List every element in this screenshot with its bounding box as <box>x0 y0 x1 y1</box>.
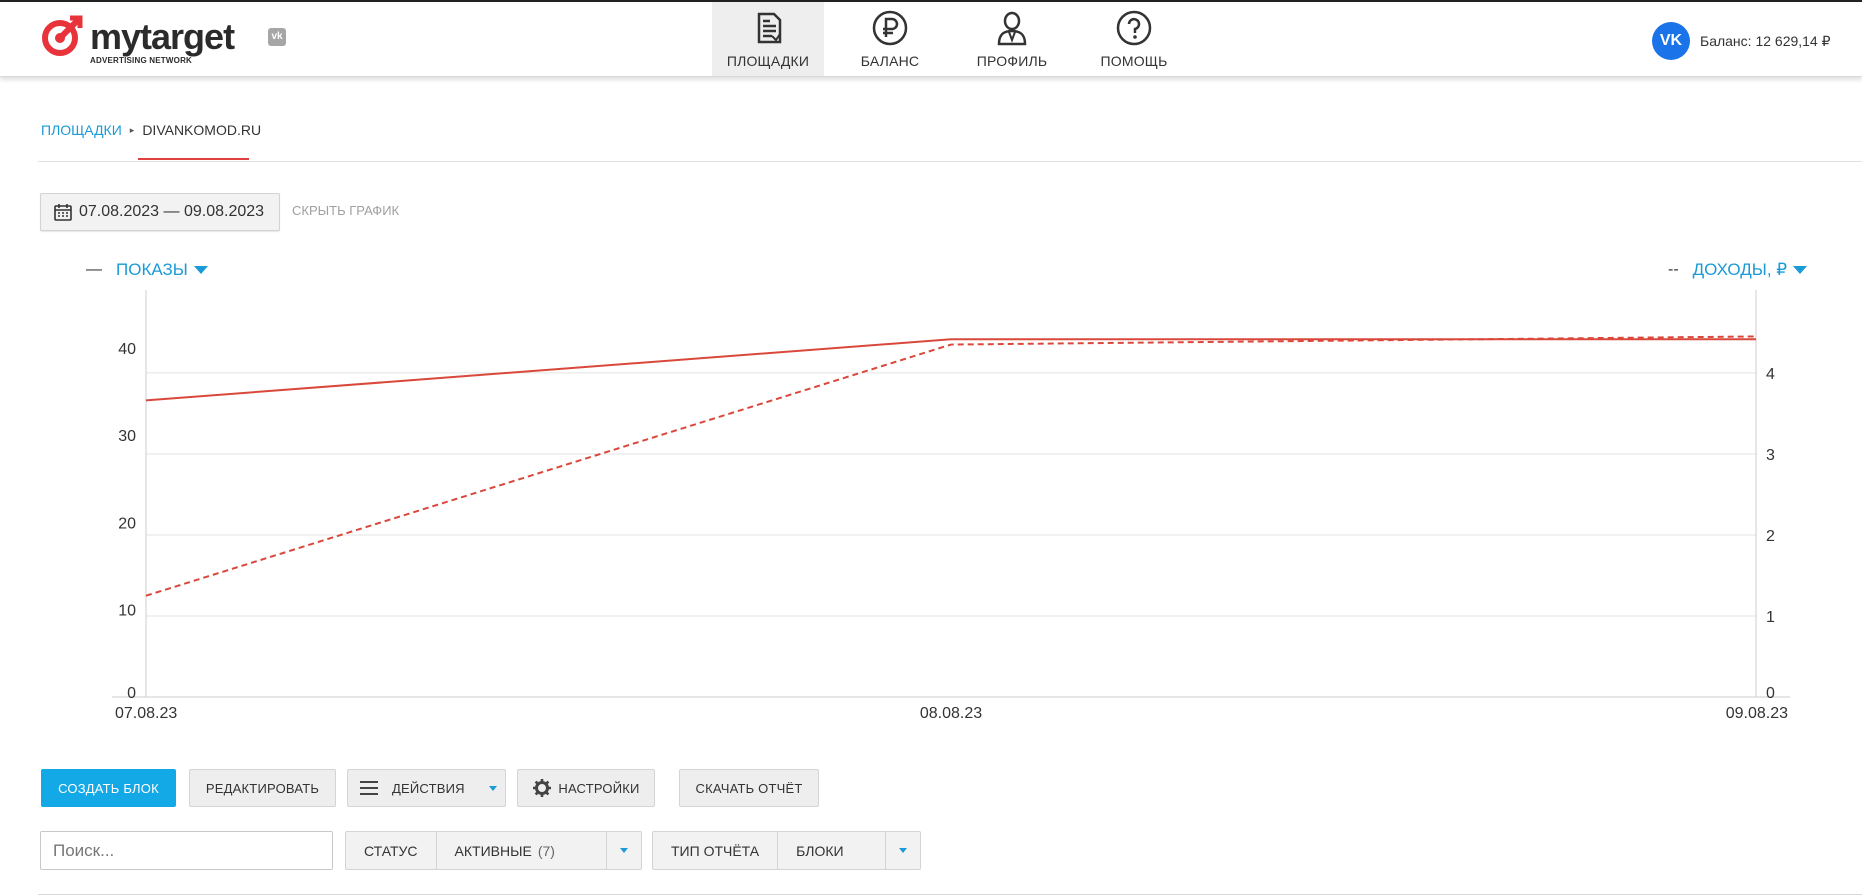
breadcrumb-divider <box>38 161 1862 162</box>
chevron-down-icon <box>488 785 497 791</box>
chevron-down-icon <box>899 848 907 853</box>
legend-impressions-label[interactable]: ПОКАЗЫ <box>116 260 188 280</box>
y-right-tick-label: 1 <box>1766 609 1775 626</box>
hide-chart-link[interactable]: СКРЫТЬ ГРАФИК <box>292 203 399 218</box>
status-filter-count: (7) <box>537 842 555 859</box>
x-tick-label: 09.08.23 <box>1726 705 1788 722</box>
x-tick-label: 07.08.23 <box>115 705 177 722</box>
calendar-icon <box>54 204 72 221</box>
impressions-series-line <box>145 338 1756 402</box>
settings-button[interactable]: НАСТРОЙКИ <box>517 769 655 807</box>
date-range-value: 07.08.2023 — 09.08.2023 <box>79 203 265 220</box>
actions-dropdown[interactable]: ДЕЙСТВИЯ <box>347 769 506 807</box>
y-left-tick-label: 30 <box>118 428 136 445</box>
ruble-icon <box>872 10 908 46</box>
status-filter-dropdown[interactable] <box>606 832 641 869</box>
vk-badge-icon: vk <box>268 28 286 46</box>
logo-text: mytarget <box>90 16 235 57</box>
nav-label-balance: БАЛАНС <box>860 53 920 69</box>
chevron-down-icon[interactable] <box>193 266 208 274</box>
chevron-down-icon <box>620 848 628 853</box>
actions-label: ДЕЙСТВИЯ <box>392 780 465 796</box>
nav-item-platforms[interactable]: ПЛОЩАДКИ <box>712 2 824 76</box>
nav-label-help: ПОМОЩЬ <box>1100 53 1168 69</box>
user-icon <box>997 11 1027 46</box>
nav-item-help[interactable]: ПОМОЩЬ <box>1078 2 1190 76</box>
y-right-tick-label: 3 <box>1766 447 1775 464</box>
y-left-tick-label: 20 <box>118 515 136 532</box>
y-right-tick-label: 4 <box>1766 366 1775 383</box>
create-block-button[interactable]: СОЗДАТЬ БЛОК <box>41 769 176 807</box>
chevron-down-icon[interactable] <box>1793 266 1808 274</box>
menu-icon <box>360 781 378 795</box>
settings-label: НАСТРОЙКИ <box>558 780 640 796</box>
report-type-label: ТИП ОТЧЁТА <box>653 832 779 869</box>
y-right-tick-label: 2 <box>1766 528 1775 545</box>
status-filter[interactable]: СТАТУС АКТИВНЫЕ (7) <box>345 831 642 870</box>
table-top-border <box>38 894 1862 895</box>
nav-item-profile[interactable]: ПРОФИЛЬ <box>956 2 1068 76</box>
status-filter-value-wrap[interactable]: АКТИВНЫЕ (7) <box>437 832 606 869</box>
nav-label-profile: ПРОФИЛЬ <box>976 53 1048 69</box>
nav-item-balance[interactable]: БАЛАНС <box>834 2 946 76</box>
logo-subtitle: ADVERTISING NETWORK <box>90 56 193 65</box>
y-left-tick-label: 10 <box>118 603 136 620</box>
edit-button[interactable]: РЕДАКТИРОВАТЬ <box>189 769 336 807</box>
main-nav: ПЛОЩАДКИ БАЛАНС ПРОФИЛЬ ПОМОЩЬ <box>712 2 1200 76</box>
report-type-filter[interactable]: ТИП ОТЧЁТА БЛОКИ <box>652 831 921 870</box>
account-area[interactable]: VK Баланс: 12 629,14 ₽ <box>1652 22 1831 60</box>
nav-label-platforms: ПЛОЩАДКИ <box>726 53 810 69</box>
legend-revenue[interactable]: -- ДОХОДЫ, ₽ <box>1668 260 1808 280</box>
question-icon <box>1116 10 1152 46</box>
status-filter-value: АКТИВНЫЕ <box>454 842 532 859</box>
mytarget-logo-icon <box>42 15 83 56</box>
document-icon <box>757 12 782 44</box>
date-range-picker[interactable]: 07.08.2023 — 09.08.2023 <box>40 193 280 231</box>
breadcrumb-platforms-link[interactable]: ПЛОЩАДКИ <box>41 122 122 138</box>
status-filter-label: СТАТУС <box>346 832 437 869</box>
mytarget-logo[interactable]: mytarget ADVERTISING NETWORK <box>40 14 300 66</box>
legend-dashed-line-marker: -- <box>1668 261 1679 278</box>
report-type-value[interactable]: БЛОКИ <box>778 832 885 869</box>
download-report-button[interactable]: СКАЧАТЬ ОТЧЁТ <box>679 769 819 807</box>
breadcrumb-separator-icon: ▸ <box>129 124 135 135</box>
x-tick-label: 08.08.23 <box>920 705 982 722</box>
line-chart: 0 10 20 30 40 0 1 2 3 4 07.08.23 08.08.23 09.08.23 <box>112 290 1790 722</box>
vk-avatar-icon[interactable]: VK <box>1652 22 1690 60</box>
gear-icon <box>533 779 552 797</box>
y-left-tick-label: 0 <box>127 685 136 702</box>
legend-revenue-label[interactable]: ДОХОДЫ, ₽ <box>1693 260 1787 280</box>
y-right-tick-label: 0 <box>1766 685 1775 702</box>
breadcrumb: ПЛОЩАДКИ ▸ DIVANKOMOD.RU <box>41 122 261 138</box>
report-type-dropdown[interactable] <box>885 832 920 869</box>
breadcrumb-current: DIVANKOMOD.RU <box>142 122 262 138</box>
breadcrumb-active-underline <box>138 158 249 160</box>
y-left-tick-label: 40 <box>118 341 136 358</box>
balance-text: Баланс: 12 629,14 ₽ <box>1700 32 1831 49</box>
revenue-series-line <box>145 335 1757 597</box>
top-header: mytarget ADVERTISING NETWORK vk ПЛОЩАДКИ… <box>0 2 1862 77</box>
legend-impressions[interactable]: — ПОКАЗЫ <box>86 260 208 280</box>
legend-solid-line-marker: — <box>86 261 102 278</box>
search-input[interactable] <box>40 831 333 870</box>
